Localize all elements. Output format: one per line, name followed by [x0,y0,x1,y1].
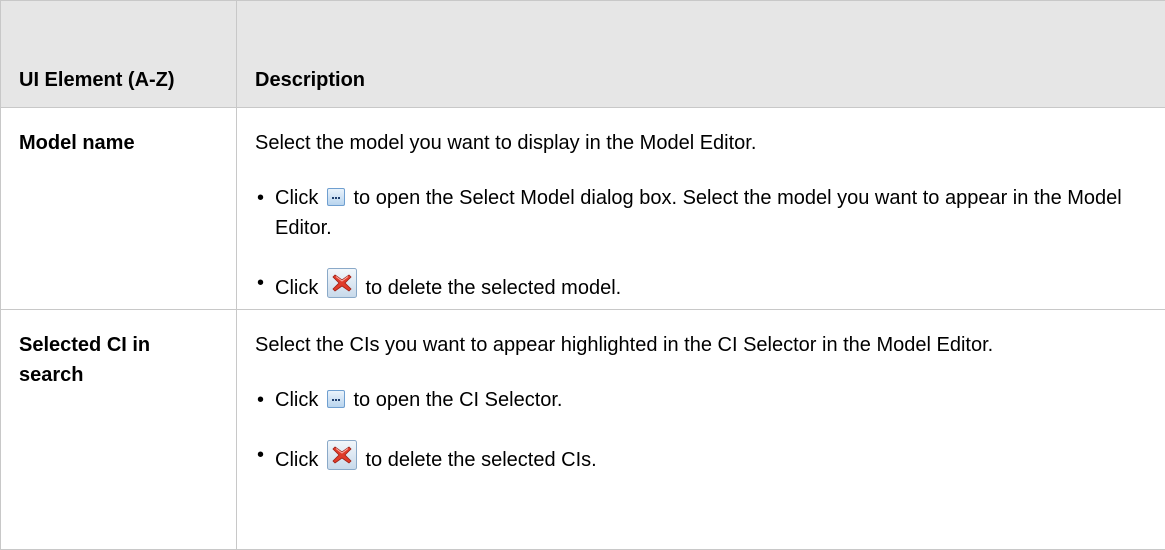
bullet-dot: • [257,183,264,213]
bullet-text: to open the Select Model dialog box. Sel… [275,187,1122,239]
ellipsis-button-icon [327,188,345,206]
table-header-row: UI Element (A-Z) Description [1,1,1165,108]
list-item: • Click [255,440,1147,475]
header-description: Description [237,1,1165,108]
description-text: Select the CIs you want to appear highli… [255,330,1147,360]
click-prefix: Click [275,389,318,411]
description-cell: Select the CIs you want to appear highli… [237,310,1165,550]
list-item: • Click to open the CI Selector. [255,385,1147,415]
header-ui-element: UI Element (A-Z) [1,1,237,108]
ui-elements-table: UI Element (A-Z) Description Model name … [0,0,1165,550]
delete-x-icon [327,440,357,470]
bullet-dot: • [257,385,264,415]
click-prefix: Click [275,277,318,299]
bullet-list: • Click to open the CI Selector. • Click [255,385,1147,475]
delete-x-icon [327,268,357,298]
bullet-text: to open the CI Selector. [353,389,562,411]
table-row: Model name Select the model you want to … [1,108,1165,310]
bullet-dot: • [257,440,264,470]
description-text: Select the model you want to display in … [255,128,1147,158]
list-item: • Click [255,268,1147,303]
ui-element-name: Model name [1,108,237,310]
click-prefix: Click [275,187,318,209]
click-prefix: Click [275,449,318,471]
table-row: Selected CI in search Select the CIs you… [1,310,1165,550]
list-item: • Click to open the Select Model dialog … [255,183,1147,243]
bullet-dot: • [257,268,264,298]
ui-element-name: Selected CI in search [1,310,237,550]
ellipsis-button-icon [327,390,345,408]
bullet-text: to delete the selected model. [365,277,621,299]
bullet-text: to delete the selected CIs. [365,449,596,471]
bullet-list: • Click to open the Select Model dialog … [255,183,1147,303]
description-cell: Select the model you want to display in … [237,108,1165,310]
